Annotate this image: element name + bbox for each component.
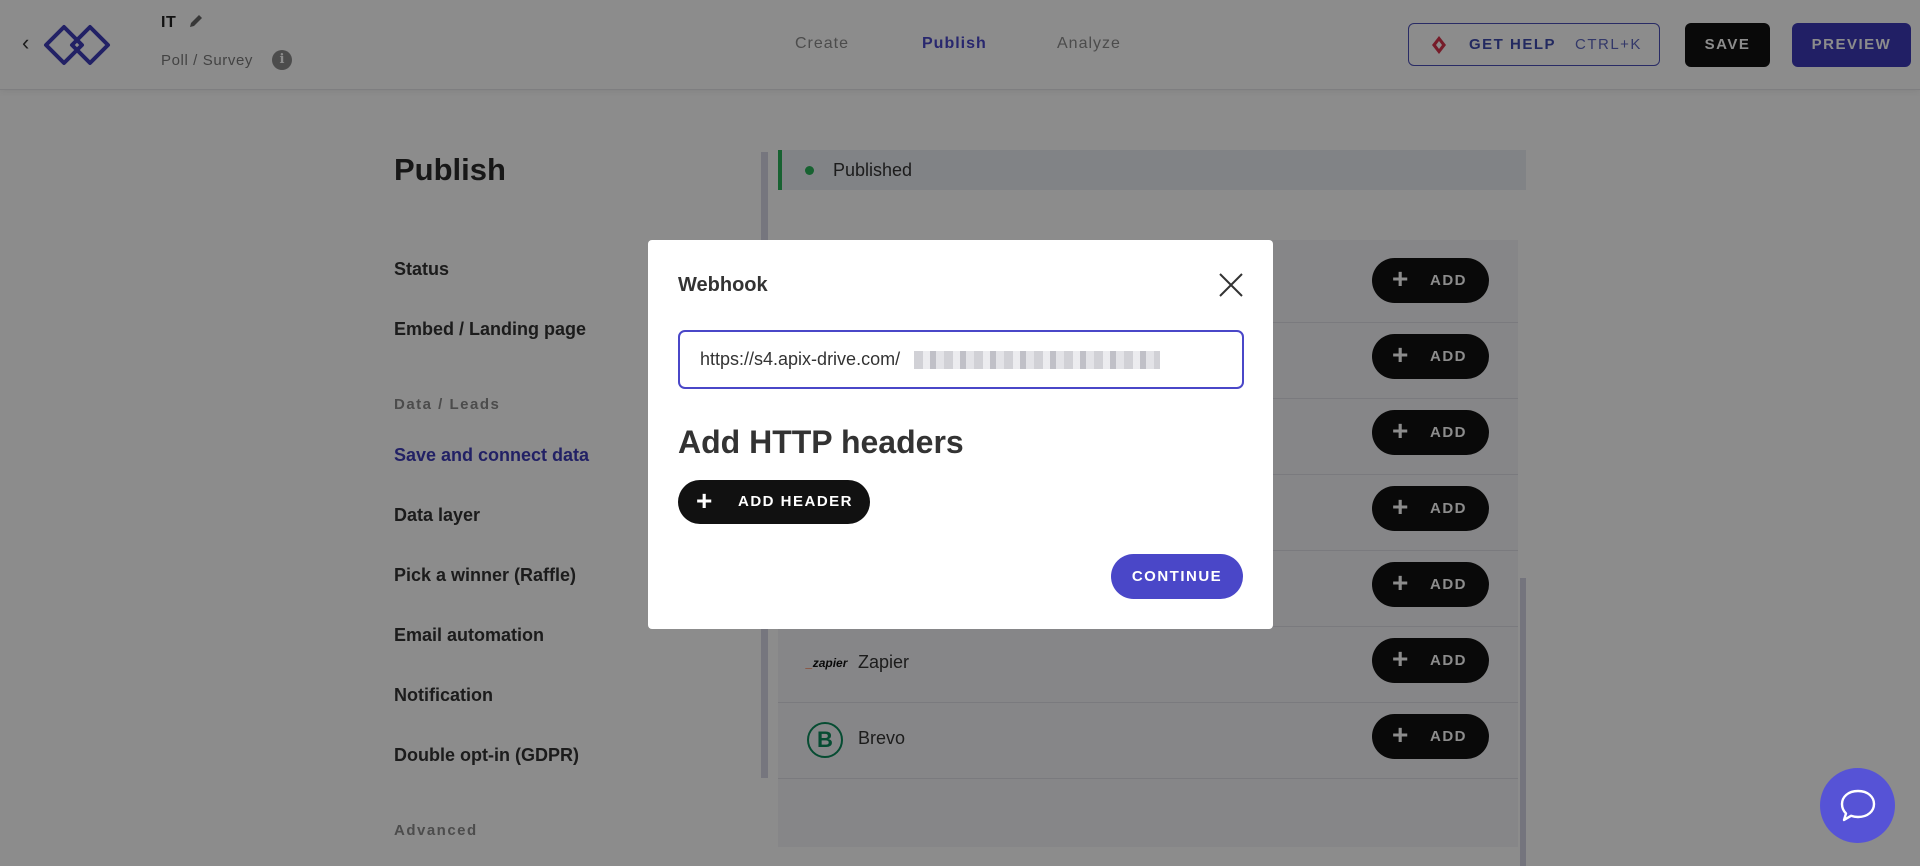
continue-button[interactable]: CONTINUE — [1111, 554, 1243, 599]
add-header-button[interactable]: + ADD HEADER — [678, 480, 870, 524]
redacted-url-segment — [914, 351, 1160, 369]
chat-widget-button[interactable] — [1820, 768, 1895, 843]
plus-icon: + — [696, 485, 713, 516]
modal-title: Webhook — [678, 274, 768, 296]
webhook-modal: Webhook Add HTTP headers + ADD HEADER CO… — [648, 240, 1273, 629]
close-icon[interactable] — [1218, 272, 1244, 298]
http-headers-title: Add HTTP headers — [678, 424, 964, 460]
chat-bubble-icon — [1840, 789, 1876, 822]
